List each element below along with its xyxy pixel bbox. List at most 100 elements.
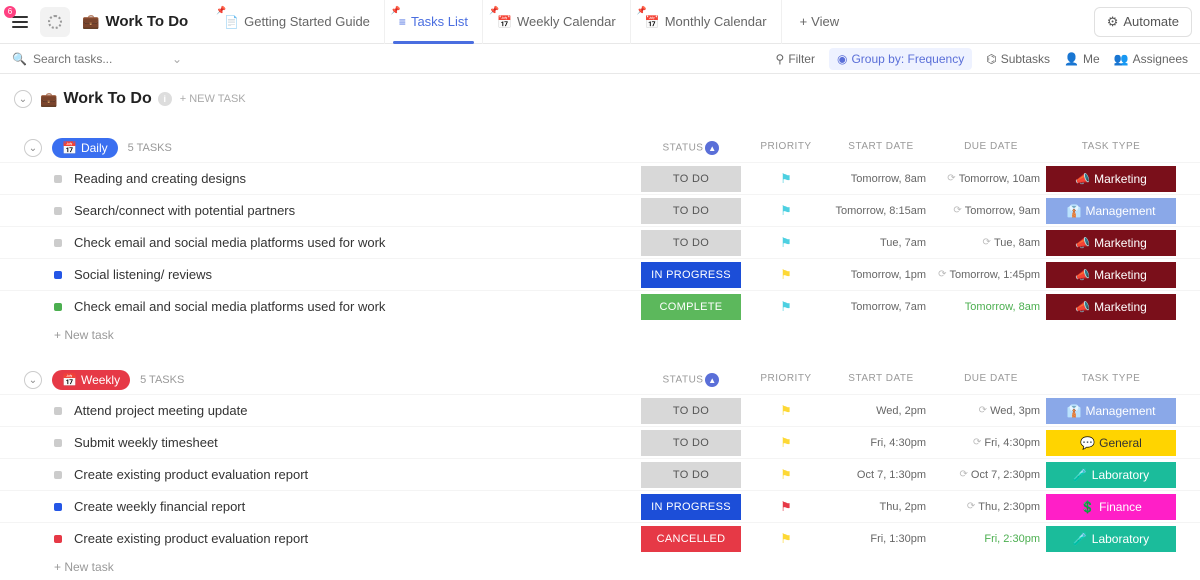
- status-dot[interactable]: [54, 207, 62, 215]
- info-icon[interactable]: i: [158, 92, 172, 106]
- col-task-type[interactable]: TASK TYPE: [1046, 373, 1176, 387]
- task-name[interactable]: Social listening/ reviews: [74, 267, 636, 282]
- status-pill[interactable]: TO DO: [641, 430, 741, 456]
- task-row[interactable]: Check email and social media platforms u…: [0, 226, 1200, 258]
- view-tab-getting-started-guide[interactable]: 📌📄Getting Started Guide: [210, 0, 385, 44]
- task-type-pill[interactable]: 🧪Laboratory: [1046, 462, 1176, 488]
- status-pill[interactable]: TO DO: [641, 230, 741, 256]
- due-date-cell[interactable]: Fri, 2:30pm: [936, 533, 1046, 545]
- start-date-cell[interactable]: Fri, 1:30pm: [826, 533, 936, 545]
- collapse-group-button[interactable]: ⌄: [24, 139, 42, 157]
- collapse-all-button[interactable]: ⌄: [14, 90, 32, 108]
- task-name[interactable]: Create existing product evaluation repor…: [74, 467, 636, 482]
- status-pill[interactable]: CANCELLED: [641, 526, 741, 552]
- task-row[interactable]: Reading and creating designs TO DO ⚑ Tom…: [0, 162, 1200, 194]
- task-row[interactable]: Create existing product evaluation repor…: [0, 522, 1200, 554]
- col-status[interactable]: STATUS▲: [636, 373, 746, 387]
- group-chip[interactable]: 📅Daily: [52, 138, 118, 158]
- task-name[interactable]: Search/connect with potential partners: [74, 203, 636, 218]
- status-dot[interactable]: [54, 439, 62, 447]
- due-date-cell[interactable]: ⟳Fri, 4:30pm: [936, 437, 1046, 449]
- task-name[interactable]: Create existing product evaluation repor…: [74, 531, 636, 546]
- start-date-cell[interactable]: Tue, 7am: [826, 237, 936, 249]
- task-row[interactable]: Create existing product evaluation repor…: [0, 458, 1200, 490]
- priority-cell[interactable]: ⚑: [746, 171, 826, 187]
- group-by-button[interactable]: ◉Group by: Frequency: [829, 48, 972, 70]
- task-row[interactable]: Check email and social media platforms u…: [0, 290, 1200, 322]
- add-view-button[interactable]: + View: [786, 14, 854, 29]
- status-dot[interactable]: [54, 239, 62, 247]
- col-start-date[interactable]: START DATE: [826, 373, 936, 387]
- view-tab-tasks-list[interactable]: 📌≡Tasks List: [385, 0, 483, 44]
- due-date-cell[interactable]: ⟳Thu, 2:30pm: [936, 501, 1046, 513]
- status-dot[interactable]: [54, 303, 62, 311]
- start-date-cell[interactable]: Tomorrow, 8:15am: [826, 205, 936, 217]
- status-pill[interactable]: TO DO: [641, 166, 741, 192]
- task-type-pill[interactable]: 💲Finance: [1046, 494, 1176, 520]
- automate-button[interactable]: ⚙ Automate: [1094, 7, 1192, 37]
- view-tab-monthly-calendar[interactable]: 📌📅Monthly Calendar: [631, 0, 782, 44]
- task-name[interactable]: Submit weekly timesheet: [74, 435, 636, 450]
- due-date-cell[interactable]: Tomorrow, 8am: [936, 301, 1046, 313]
- status-dot[interactable]: [54, 471, 62, 479]
- due-date-cell[interactable]: ⟳Oct 7, 2:30pm: [936, 469, 1046, 481]
- status-dot[interactable]: [54, 175, 62, 183]
- priority-cell[interactable]: ⚑: [746, 235, 826, 251]
- menu-button[interactable]: 6: [8, 10, 32, 34]
- col-status[interactable]: STATUS▲: [636, 141, 746, 155]
- start-date-cell[interactable]: Fri, 4:30pm: [826, 437, 936, 449]
- add-task-button[interactable]: + New task: [0, 554, 1200, 580]
- task-row[interactable]: Search/connect with potential partners T…: [0, 194, 1200, 226]
- priority-cell[interactable]: ⚑: [746, 203, 826, 219]
- col-priority[interactable]: PRIORITY: [746, 373, 826, 387]
- task-type-pill[interactable]: 📣Marketing: [1046, 166, 1176, 192]
- status-dot[interactable]: [54, 503, 62, 511]
- due-date-cell[interactable]: ⟳Tue, 8am: [936, 237, 1046, 249]
- priority-cell[interactable]: ⚑: [746, 499, 826, 515]
- status-pill[interactable]: TO DO: [641, 462, 741, 488]
- priority-cell[interactable]: ⚑: [746, 531, 826, 547]
- task-name[interactable]: Reading and creating designs: [74, 171, 636, 186]
- due-date-cell[interactable]: ⟳Wed, 3pm: [936, 405, 1046, 417]
- task-row[interactable]: Attend project meeting update TO DO ⚑ We…: [0, 394, 1200, 426]
- task-type-pill[interactable]: 📣Marketing: [1046, 294, 1176, 320]
- task-type-pill[interactable]: 📣Marketing: [1046, 262, 1176, 288]
- priority-cell[interactable]: ⚑: [746, 299, 826, 315]
- start-date-cell[interactable]: Wed, 2pm: [826, 405, 936, 417]
- status-pill[interactable]: IN PROGRESS: [641, 262, 741, 288]
- priority-cell[interactable]: ⚑: [746, 467, 826, 483]
- task-name[interactable]: Check email and social media platforms u…: [74, 235, 636, 250]
- status-pill[interactable]: TO DO: [641, 398, 741, 424]
- space-title[interactable]: 💼 Work To Do: [82, 13, 188, 30]
- chevron-down-icon[interactable]: ⌄: [172, 52, 182, 66]
- add-task-button[interactable]: + New task: [0, 322, 1200, 348]
- view-tab-weekly-calendar[interactable]: 📌📅Weekly Calendar: [483, 0, 631, 44]
- col-due-date[interactable]: DUE DATE: [936, 141, 1046, 155]
- start-date-cell[interactable]: Thu, 2pm: [826, 501, 936, 513]
- task-row[interactable]: Submit weekly timesheet TO DO ⚑ Fri, 4:3…: [0, 426, 1200, 458]
- task-type-pill[interactable]: 👔Management: [1046, 198, 1176, 224]
- search-input[interactable]: [33, 52, 153, 66]
- task-name[interactable]: Attend project meeting update: [74, 403, 636, 418]
- task-row[interactable]: Social listening/ reviews IN PROGRESS ⚑ …: [0, 258, 1200, 290]
- start-date-cell[interactable]: Oct 7, 1:30pm: [826, 469, 936, 481]
- priority-cell[interactable]: ⚑: [746, 403, 826, 419]
- priority-cell[interactable]: ⚑: [746, 267, 826, 283]
- col-priority[interactable]: PRIORITY: [746, 141, 826, 155]
- search-box[interactable]: 🔍 ⌄: [12, 52, 182, 66]
- collapse-group-button[interactable]: ⌄: [24, 371, 42, 389]
- task-type-pill[interactable]: 💬General: [1046, 430, 1176, 456]
- task-row[interactable]: Create weekly financial report IN PROGRE…: [0, 490, 1200, 522]
- status-pill[interactable]: COMPLETE: [641, 294, 741, 320]
- status-dot[interactable]: [54, 407, 62, 415]
- status-pill[interactable]: TO DO: [641, 198, 741, 224]
- notification-badge[interactable]: 6: [4, 6, 16, 18]
- task-name[interactable]: Check email and social media platforms u…: [74, 299, 636, 314]
- col-start-date[interactable]: START DATE: [826, 141, 936, 155]
- due-date-cell[interactable]: ⟳Tomorrow, 9am: [936, 205, 1046, 217]
- due-date-cell[interactable]: ⟳Tomorrow, 10am: [936, 173, 1046, 185]
- subtasks-button[interactable]: ⌬Subtasks: [986, 52, 1050, 66]
- group-chip[interactable]: 📅Weekly: [52, 370, 130, 390]
- task-name[interactable]: Create weekly financial report: [74, 499, 636, 514]
- col-task-type[interactable]: TASK TYPE: [1046, 141, 1176, 155]
